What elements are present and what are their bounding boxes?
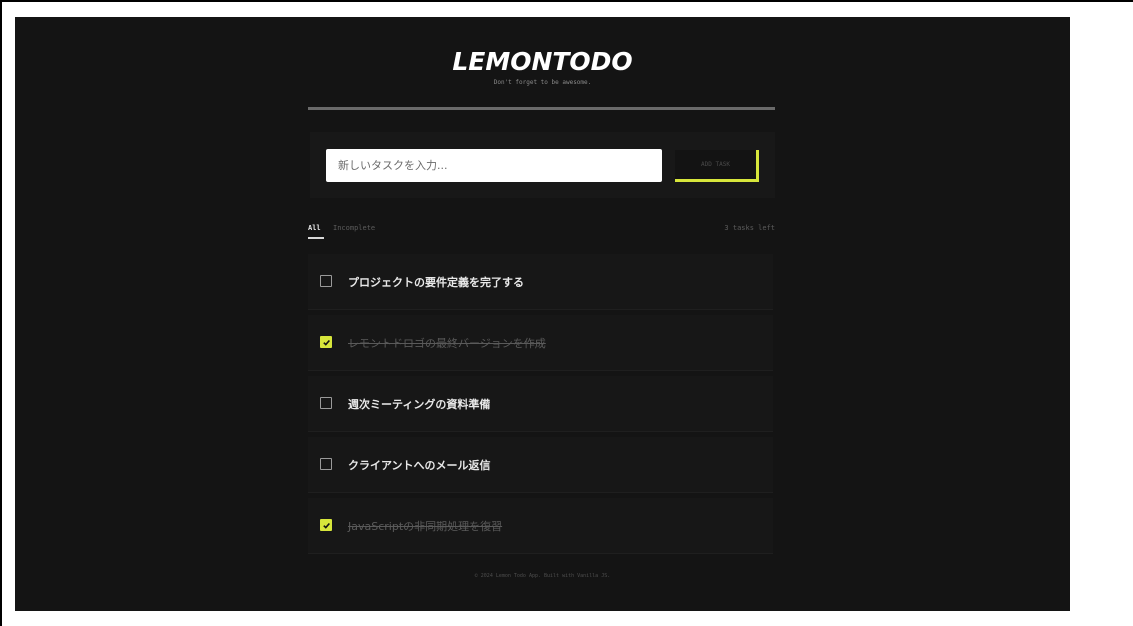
frame-border-top — [0, 0, 1133, 2]
task-text: 週次ミーティングの資料準備 — [348, 398, 491, 411]
task-checkbox[interactable] — [320, 275, 332, 287]
task-checkbox[interactable] — [320, 458, 332, 470]
new-task-card: ADD TASK — [310, 132, 775, 198]
task-item[interactable]: レモントドロゴの最終バージョンを作成 — [308, 315, 773, 371]
filter-tab-incomplete[interactable]: Incomplete — [333, 224, 375, 232]
active-tab-indicator — [308, 237, 324, 239]
add-task-button[interactable]: ADD TASK — [675, 150, 759, 182]
app-logo: LEMONTODO — [452, 47, 633, 76]
task-item[interactable]: プロジェクトの要件定義を完了する — [308, 254, 773, 310]
footer-text: © 2024 Lemon Todo App. Built with Vanill… — [474, 573, 611, 579]
app-tagline: Don't forget to be awesome. — [493, 79, 592, 86]
header-divider — [308, 107, 775, 110]
task-list: プロジェクトの要件定義を完了する レモントドロゴの最終バージョンを作成 週次ミー… — [308, 254, 775, 559]
task-text: プロジェクトの要件定義を完了する — [348, 276, 524, 289]
checkmark-icon — [323, 522, 330, 529]
checkmark-icon — [323, 339, 330, 346]
filter-bar: All Incomplete 3 tasks left — [308, 224, 775, 244]
filter-tab-all[interactable]: All — [308, 224, 321, 232]
header: LEMONTODO Don't forget to be awesome. — [15, 47, 1070, 86]
task-checkbox[interactable] — [320, 397, 332, 409]
task-checkbox[interactable] — [320, 519, 332, 531]
app-container: LEMONTODO Don't forget to be awesome. AD… — [15, 17, 1070, 611]
frame-border-left — [0, 0, 2, 626]
task-text: JavaScriptの非同期処理を復習 — [348, 520, 503, 533]
task-text: レモントドロゴの最終バージョンを作成 — [348, 337, 546, 350]
task-item[interactable]: 週次ミーティングの資料準備 — [308, 376, 773, 432]
task-item[interactable]: クライアントへのメール返信 — [308, 437, 773, 493]
task-text: クライアントへのメール返信 — [348, 459, 491, 472]
task-item[interactable]: JavaScriptの非同期処理を復習 — [308, 498, 773, 554]
new-task-input[interactable] — [326, 149, 662, 182]
task-checkbox[interactable] — [320, 336, 332, 348]
tasks-left-counter: 3 tasks left — [724, 224, 775, 232]
